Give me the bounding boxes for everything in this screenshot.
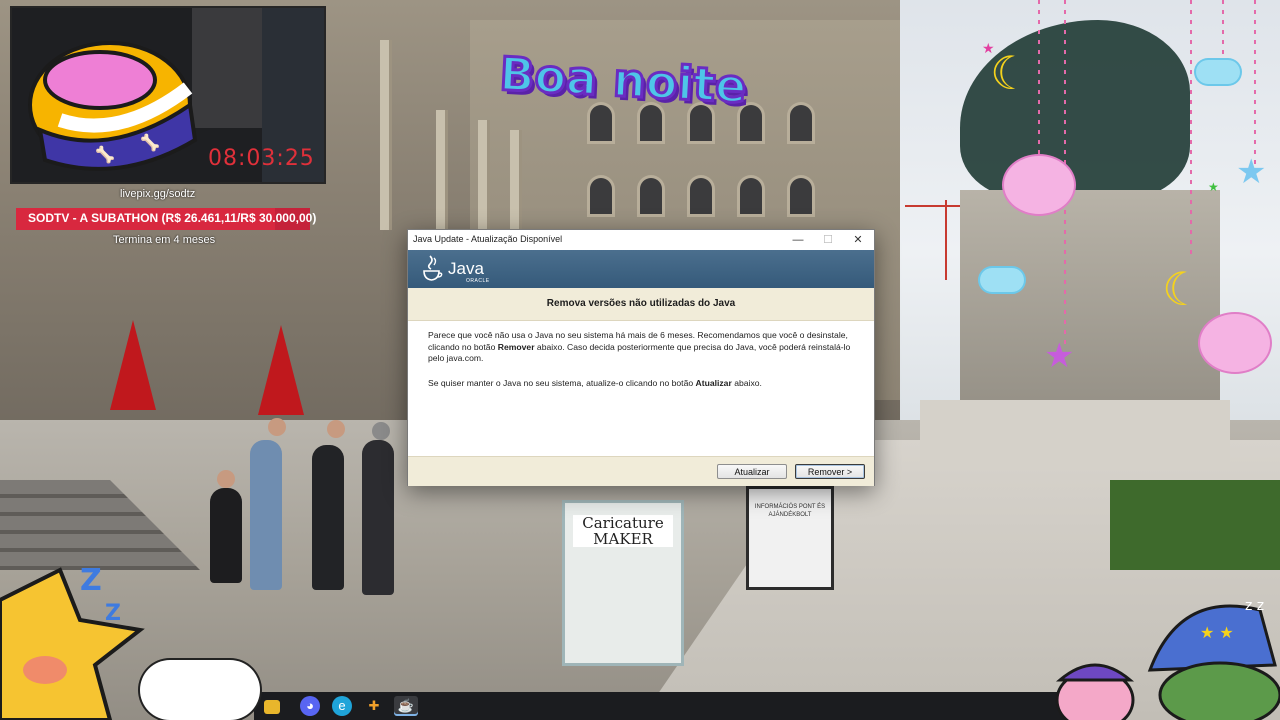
app-icon[interactable]: ✚ <box>364 696 384 716</box>
column <box>478 120 490 230</box>
svg-text:z z: z z <box>1245 598 1264 614</box>
dialog-heading: Remova versões não utilizadas do Java <box>546 298 736 309</box>
wizard-frog-mascot: ★ ★ z z <box>1147 598 1280 720</box>
sleeping-star-mascot: Z Z <box>0 563 145 720</box>
java-cup-icon <box>423 255 443 281</box>
star-icon: ★ <box>1236 153 1267 191</box>
para2-text-end: abaixo. <box>731 377 762 388</box>
person-head <box>372 422 390 440</box>
crane <box>945 200 947 280</box>
edge-icon[interactable]: e <box>332 696 352 716</box>
webcam-shelf <box>192 8 262 128</box>
maximize-button[interactable]: ☐ <box>813 231 843 249</box>
para2-bold: Atualizar <box>695 377 732 388</box>
cloud-mascot <box>140 660 260 720</box>
sheep-puff-icon <box>1200 314 1270 372</box>
caricature-sign-text: Caricature MAKER <box>573 515 673 547</box>
person-head <box>217 470 235 488</box>
para1-bold: Remover <box>497 341 535 352</box>
minimize-button[interactable]: — <box>783 231 813 249</box>
star-icon: ★ <box>982 40 995 56</box>
person-head <box>327 420 345 438</box>
dialog-paragraph-1: Parece que você não usa o Java no seu si… <box>428 330 856 365</box>
person-woman <box>312 445 344 590</box>
column <box>510 130 522 230</box>
cloud-icon <box>980 268 1024 292</box>
livepix-link: livepix.gg/sodtz <box>120 188 196 200</box>
java-banner: Java ORACLE <box>408 250 874 288</box>
cloud-icon <box>1196 60 1240 84</box>
java-logo: Java ORACLE <box>422 253 492 285</box>
file-explorer-icon[interactable] <box>264 700 280 714</box>
sheep-puff-icon <box>1004 156 1074 214</box>
info-sign-text: INFORMÁCIÓS PONT ÉS AJÁNDÉKBOLT <box>754 504 826 518</box>
oracle-logo-word: ORACLE <box>466 278 490 284</box>
dialog-footer: Atualizar Remover > <box>408 456 874 486</box>
taskbar: ○ ◕ e ✚ ☕ <box>238 692 1104 720</box>
svg-text:🦴: 🦴 <box>140 133 160 152</box>
hanging-string <box>1254 0 1256 170</box>
java-icon[interactable]: ☕ <box>394 696 418 716</box>
heading-band: Remova versões não utilizadas do Java <box>408 288 874 321</box>
svg-text:🦴: 🦴 <box>95 145 115 164</box>
dialog-titlebar[interactable]: Java Update - Atualização Disponível — ☐… <box>408 230 874 250</box>
java-logo-word: Java <box>448 259 484 278</box>
caricature-sign: Caricature MAKER <box>562 500 684 666</box>
sleeping-dog-sticker: 🦴 🦴 <box>28 41 198 171</box>
hanging-string <box>1190 0 1192 260</box>
dialog-body: Parece que você não usa o Java no seu si… <box>428 330 856 402</box>
java-update-dialog: Java Update - Atualização Disponível — ☐… <box>407 229 875 486</box>
hanging-string <box>1038 0 1040 160</box>
grass <box>1110 480 1280 570</box>
moon-icon: ☾ <box>1162 263 1204 315</box>
statue-base <box>920 400 1230 470</box>
kirby-mascot <box>1055 663 1135 720</box>
goal-text: SODTV - A SUBATHON (R$ 26.461,11/R$ 30.0… <box>28 211 317 225</box>
svg-text:Z: Z <box>80 563 102 598</box>
goal-subtext: Termina em 4 meses <box>113 234 216 246</box>
person-child <box>210 488 242 583</box>
column <box>380 40 392 230</box>
para2-text: Se quiser manter o Java no seu sistema, … <box>428 377 696 388</box>
person-woman <box>250 440 282 590</box>
star-icon: ★ <box>1208 180 1219 194</box>
column <box>436 110 448 230</box>
dialog-paragraph-2: Se quiser manter o Java no seu sistema, … <box>428 378 856 390</box>
discord-icon[interactable]: ◕ <box>300 696 320 716</box>
svg-text:Z: Z <box>105 601 121 626</box>
subathon-timer: 08:03:25 <box>208 146 315 171</box>
palace-windows-lower <box>590 178 812 218</box>
svg-text:★ ★: ★ ★ <box>1200 623 1234 642</box>
moon-icon: ☾ <box>990 47 1032 99</box>
person-woman <box>362 440 394 595</box>
person-head <box>268 418 286 436</box>
remove-button[interactable]: Remover > <box>795 464 865 479</box>
info-sign: INFORMÁCIÓS PONT ÉS AJÁNDÉKBOLT <box>746 486 834 590</box>
close-button[interactable]: ✕ <box>843 231 873 249</box>
star-icon: ★ <box>1044 337 1075 375</box>
update-button[interactable]: Atualizar <box>717 464 787 479</box>
dialog-title: Java Update - Atualização Disponível <box>413 234 563 244</box>
